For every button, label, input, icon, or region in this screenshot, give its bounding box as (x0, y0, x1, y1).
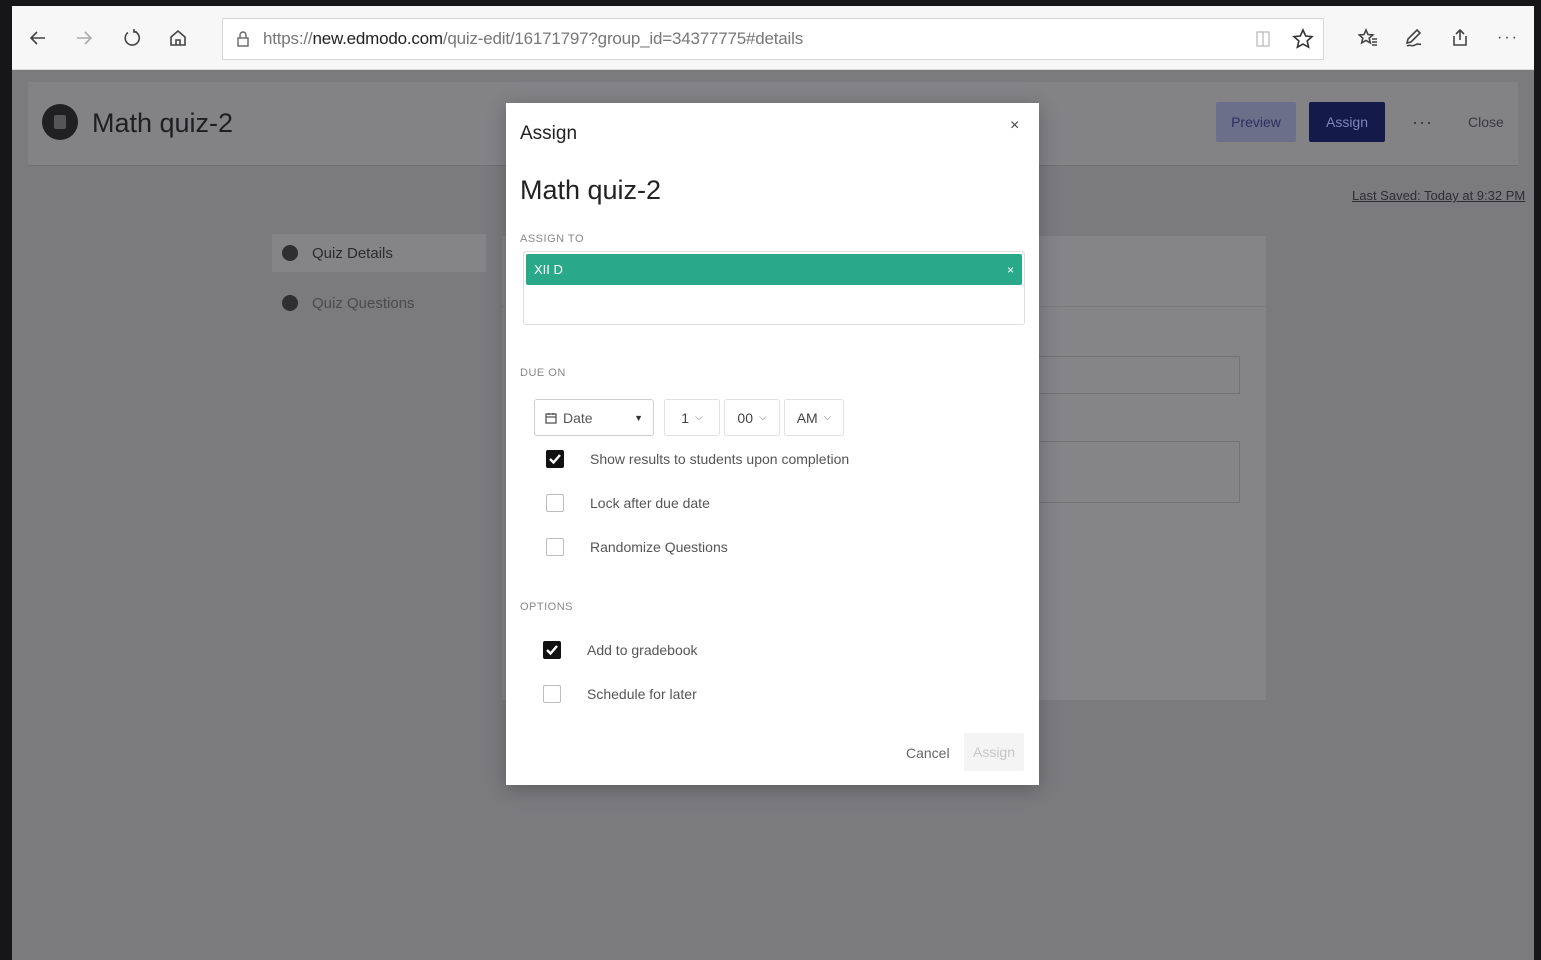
ampm-select[interactable]: AM ⌵ (784, 399, 844, 436)
assign-to-label: ASSIGN TO (520, 233, 585, 245)
checkbox[interactable] (543, 685, 561, 703)
schedule-for-later-option[interactable]: Schedule for later (543, 685, 697, 703)
show-results-option[interactable]: Show results to students upon completion (546, 450, 849, 468)
lock-after-due-option[interactable]: Lock after due date (546, 494, 710, 512)
sidebar-item-quiz-questions[interactable]: Quiz Questions (272, 284, 486, 322)
add-to-gradebook-option[interactable]: Add to gradebook (543, 641, 698, 659)
more-menu-icon[interactable]: ··· (1494, 24, 1522, 52)
cancel-button[interactable]: Cancel (906, 745, 950, 761)
due-on-label: DUE ON (520, 367, 566, 379)
favorite-star-icon[interactable] (1283, 28, 1323, 50)
date-placeholder: Date (563, 409, 593, 426)
option-label: Show results to students upon completion (590, 451, 850, 467)
randomize-questions-option[interactable]: Randomize Questions (546, 538, 728, 556)
step-icon (282, 245, 298, 261)
step-icon (282, 295, 298, 311)
hour-value: 1 (681, 409, 690, 426)
assign-modal: Assign × Math quiz-2 ASSIGN TO XII D × D… (506, 103, 1039, 785)
browser-window: https://new.edmodo.com/quiz-edit/1617179… (12, 6, 1534, 960)
option-label: Add to gradebook (587, 642, 698, 658)
ampm-value: AM (796, 409, 818, 426)
url-text: https://new.edmodo.com/quiz-edit/1617179… (263, 29, 804, 48)
browser-toolbar: https://new.edmodo.com/quiz-edit/1617179… (12, 6, 1534, 70)
modal-title: Math quiz-2 (520, 175, 662, 205)
preview-button[interactable]: Preview (1216, 102, 1296, 142)
close-link[interactable]: Close (1468, 114, 1504, 130)
hour-select[interactable]: 1 ⌵ (664, 399, 720, 436)
chevron-down-icon: ⌵ (695, 412, 703, 423)
assign-to-field[interactable]: XII D × (523, 251, 1025, 325)
quiz-logo-icon (42, 104, 78, 140)
forward-icon[interactable] (70, 24, 98, 52)
options-label: OPTIONS (520, 601, 574, 613)
close-icon[interactable]: × (1010, 117, 1019, 135)
modal-header: Assign (520, 123, 578, 144)
option-label: Lock after due date (590, 495, 710, 511)
details-input[interactable] (1022, 356, 1240, 394)
option-label: Schedule for later (587, 686, 697, 702)
minute-select[interactable]: 00 ⌵ (724, 399, 780, 436)
option-label: Randomize Questions (590, 539, 728, 555)
assign-button[interactable]: Assign (1309, 102, 1385, 142)
home-icon[interactable] (164, 24, 192, 52)
chevron-down-icon: ⌵ (823, 412, 832, 423)
sidebar-item-label: Quiz Questions (312, 294, 415, 312)
address-bar[interactable]: https://new.edmodo.com/quiz-edit/1617179… (222, 18, 1324, 60)
lock-icon (223, 31, 263, 47)
more-options-icon[interactable]: ··· (1412, 112, 1433, 133)
date-picker[interactable]: Date ▼ (534, 399, 654, 436)
pen-notes-icon[interactable] (1400, 24, 1428, 52)
checkbox[interactable] (546, 494, 564, 512)
chevron-down-icon: ⌵ (758, 412, 767, 423)
checkbox-checked[interactable] (546, 450, 564, 468)
sidebar-item-label: Quiz Details (312, 244, 393, 262)
modal-assign-button[interactable]: Assign (964, 733, 1024, 771)
reading-view-icon[interactable] (1243, 30, 1283, 48)
page-title: Math quiz-2 (92, 108, 234, 138)
calendar-icon (545, 412, 557, 424)
share-icon[interactable] (1446, 24, 1474, 52)
chip-label: XII D (534, 262, 563, 277)
sidebar-item-quiz-details[interactable]: Quiz Details (272, 234, 486, 272)
caret-down-icon: ▼ (634, 412, 643, 423)
checkbox-checked[interactable] (543, 641, 561, 659)
back-icon[interactable] (24, 24, 52, 52)
last-saved-status: Last Saved: Today at 9:32 PM (1352, 188, 1526, 203)
chip-remove-icon[interactable]: × (1007, 263, 1014, 277)
minute-value: 00 (737, 409, 753, 426)
details-textarea[interactable] (1022, 441, 1240, 503)
favorites-list-icon[interactable] (1354, 24, 1382, 52)
checkbox[interactable] (546, 538, 564, 556)
group-chip[interactable]: XII D × (526, 254, 1022, 285)
refresh-icon[interactable] (118, 24, 146, 52)
